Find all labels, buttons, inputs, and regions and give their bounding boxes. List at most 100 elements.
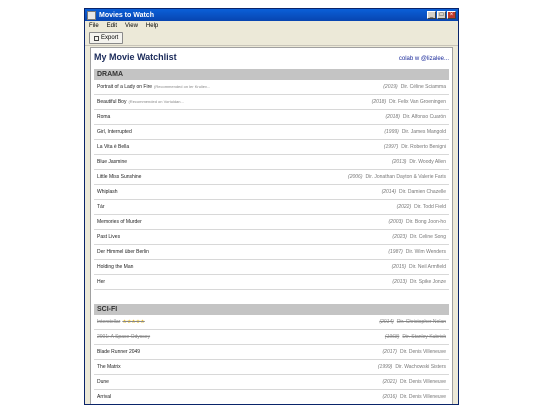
movie-meta: (2015) Dir. Neil Armfield <box>392 264 446 270</box>
movie-row[interactable]: Arrival (2016) Dir. Denis Villeneuve <box>94 390 449 404</box>
movie-row[interactable]: Blue Jasmine (2013) Dir. Woody Allen <box>94 155 449 170</box>
movie-row[interactable]: 2001: A Space Odyssey (1968) Dir. Stanley … <box>94 330 449 345</box>
movie-director: Dir. Roberto Benigni <box>401 144 446 150</box>
movie-director: Dir. Denis Villeneuve <box>399 349 446 355</box>
movie-title-text: Little Miss Sunshine <box>97 174 142 180</box>
movie-title: Roma <box>97 114 385 120</box>
watchlist-header: My Movie Watchlist colab w @lizalee... <box>94 52 449 66</box>
movie-director: Dir. Woody Allen <box>409 159 446 165</box>
movie-row[interactable]: Roma (2018) Dir. Alfonso Cuarón <box>94 110 449 125</box>
movie-year: (1997) <box>383 144 399 150</box>
section-sci-fi: SCI-FI Interstellar ★★★★★ (2014) Dir. Christ… <box>94 304 449 404</box>
movie-title-text: Blade Runner 2049 <box>97 349 141 355</box>
movie-row[interactable]: Dune (2021) Dir. Denis Villeneuve <box>94 375 449 390</box>
movie-year: (2023) <box>392 234 407 240</box>
menu-edit[interactable]: Edit <box>107 23 117 29</box>
movie-title-text: The Matrix <box>97 364 121 370</box>
save-icon <box>94 35 99 41</box>
movie-meta: (1999) Dir. Wachowski Sisters <box>378 364 446 370</box>
movie-year: (2013) <box>392 279 407 285</box>
movie-title-text: Beautiful Boy <box>97 99 127 105</box>
movie-meta: (2013) Dir. Woody Allen <box>392 159 446 165</box>
movie-row[interactable]: Holding the Man (2015) Dir. Neil Armfield <box>94 260 449 275</box>
movie-title: Holding the Man <box>97 264 392 270</box>
export-label: Export <box>101 35 119 41</box>
movie-row[interactable]: Portrait of a Lady on Fire (Recommended o… <box>94 80 449 95</box>
movie-title-text: Interstellar <box>97 319 121 325</box>
movie-director: Dir. Neil Armfield <box>409 264 446 270</box>
movie-meta: (2018) Dir. Felix Van Groeningen <box>372 99 446 105</box>
toolbar: Export <box>85 31 458 46</box>
movie-row[interactable]: Little Miss Sunshine (2006) Dir. Jonathan … <box>94 170 449 185</box>
movie-title: The Matrix <box>97 364 378 370</box>
movie-director: Dir. Wachowski Sisters <box>395 364 446 370</box>
movie-year: (2014) <box>379 319 394 325</box>
movie-row[interactable]: La Vita è Bella (1997) Dir. Roberto Benign… <box>94 140 449 155</box>
movie-row[interactable]: The Matrix (1999) Dir. Wachowski Sisters <box>94 360 449 375</box>
menu-help[interactable]: Help <box>146 23 158 29</box>
movie-year: (1968) <box>384 334 400 340</box>
minimize-button[interactable]: _ <box>427 11 436 19</box>
movie-title-text: Der Himmel über Berlin <box>97 249 149 255</box>
movie-title: Memories of Murder <box>97 219 389 225</box>
app-window: Movies to Watch _ □ × File Edit View Hel… <box>84 8 459 405</box>
movie-title-text: Her <box>97 279 106 285</box>
movie-note: (Recommended on Vortuldan... <box>128 99 184 104</box>
movie-meta: (2023) Dir. Celine Song <box>392 234 446 240</box>
menu-file[interactable]: File <box>89 23 99 29</box>
movie-title: Her <box>97 279 392 285</box>
page-title: My Movie Watchlist <box>94 52 177 62</box>
movie-title: 2001: A Space Odyssey <box>97 334 385 340</box>
movie-meta: (2014) Dir. Christopher Nolan <box>379 319 446 325</box>
movie-meta: (1987) Dir. Wim Wenders <box>388 249 446 255</box>
movie-meta: (1997) Dir. Roberto Benigni <box>384 144 446 150</box>
movie-meta: (2021) Dir. Denis Villeneuve <box>383 379 447 385</box>
movie-year: (2019) <box>383 84 398 90</box>
movie-year: (2016) <box>382 394 397 400</box>
movie-title: Little Miss Sunshine <box>97 174 348 180</box>
movie-row[interactable]: Whiplash (2014) Dir. Damien Chazelle <box>94 185 449 200</box>
title-bar[interactable]: Movies to Watch _ □ × <box>85 9 458 21</box>
movie-meta: (2003) Dir. Bong Joon-ho <box>389 219 446 225</box>
app-icon <box>87 10 96 20</box>
movie-row[interactable]: Her (2013) Dir. Spike Jonze <box>94 275 449 290</box>
movie-row[interactable]: Interstellar ★★★★★ (2014) Dir. Christopher … <box>94 315 449 330</box>
movie-row[interactable]: Tár (2022) Dir. Todd Field <box>94 200 449 215</box>
export-button[interactable]: Export <box>89 32 124 44</box>
movie-row[interactable]: Past Lives (2023) Dir. Celine Song <box>94 230 449 245</box>
maximize-button[interactable]: □ <box>437 11 446 19</box>
close-button[interactable]: × <box>447 11 456 19</box>
movie-title: Girl, Interrupted <box>97 129 384 135</box>
movie-title: Arrival <box>97 394 383 400</box>
movie-year: (1999) <box>377 364 393 370</box>
movie-director: Dir. Denis Villeneuve <box>399 379 446 385</box>
movie-director: Dir. James Mangold <box>401 129 446 135</box>
movie-meta: (2014) Dir. Damien Chazelle <box>382 189 446 195</box>
movie-row[interactable]: Girl, Interrupted (1999) Dir. James Mangol… <box>94 125 449 140</box>
movie-meta: (2013) Dir. Spike Jonze <box>392 279 446 285</box>
movie-title: Dune <box>97 379 383 385</box>
movie-row[interactable]: Der Himmel über Berlin (1987) Dir. Wim Wen… <box>94 245 449 260</box>
watchlist-panel[interactable]: My Movie Watchlist colab w @lizalee... D… <box>90 47 453 404</box>
movie-director: Dir. Celine Song <box>409 234 446 240</box>
movie-year: (1987) <box>388 249 403 255</box>
movie-title-text: Whiplash <box>97 189 118 195</box>
movie-title-text: Girl, Interrupted <box>97 129 132 135</box>
movie-row[interactable]: Blade Runner 2049 (2017) Dir. Denis Villen… <box>94 345 449 360</box>
movie-director: Dir. Jonathan Dayton & Valerie Faris <box>365 174 446 180</box>
movie-director: Dir. Alfonso Cuarón <box>402 114 446 120</box>
movie-title-text: Tár <box>97 204 105 210</box>
movie-title: Der Himmel über Berlin <box>97 249 388 255</box>
movie-row[interactable]: Beautiful Boy (Recommended on Vortuldan..… <box>94 95 449 110</box>
movie-title: Tár <box>97 204 397 210</box>
movie-year: (2006) <box>348 174 363 180</box>
movie-meta: (1999) Dir. James Mangold <box>384 129 446 135</box>
collaborator-link[interactable]: colab w @lizalee... <box>399 56 449 62</box>
movie-title: Past Lives <box>97 234 392 240</box>
movie-row[interactable]: Memories of Murder (2003) Dir. Bong Joon-h… <box>94 215 449 230</box>
menu-view[interactable]: View <box>125 23 138 29</box>
movie-title: Beautiful Boy (Recommended on Vortuldan..… <box>97 99 372 105</box>
section-drama: DRAMA Portrait of a Lady on Fire (Recommen… <box>94 69 449 290</box>
movie-title: Portrait of a Lady on Fire (Recommended o… <box>97 84 383 90</box>
